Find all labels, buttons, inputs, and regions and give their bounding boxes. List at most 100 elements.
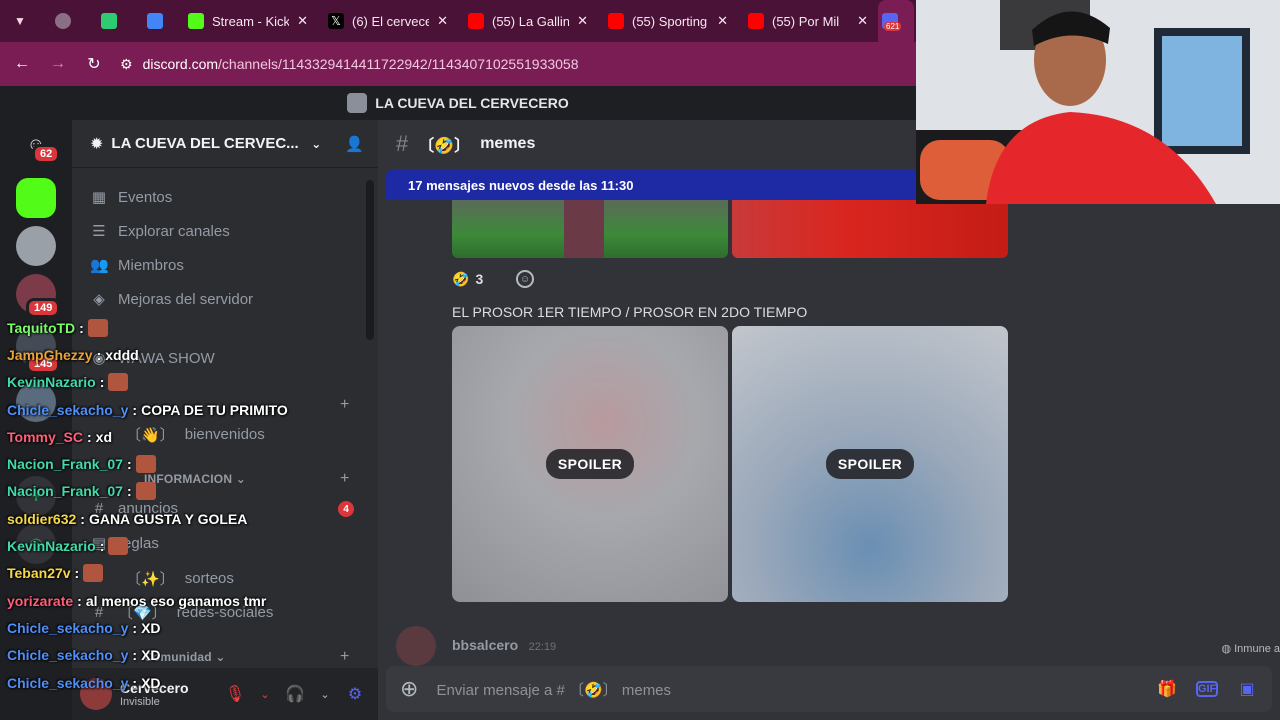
menu-events[interactable]: ▦ Eventos (90, 188, 173, 207)
chat-username[interactable]: TaquitoTD (7, 320, 75, 336)
chat-separator: : (99, 374, 105, 391)
chat-username[interactable]: Nacion_Frank_07 (7, 456, 123, 472)
chat-line: Nacion_Frank_07: (7, 450, 337, 477)
pinned-tab-globe[interactable] (40, 0, 86, 42)
author-avatar[interactable] (396, 626, 436, 666)
youtube-favicon-icon (468, 13, 484, 29)
tab-close-icon[interactable]: ✕ (717, 13, 728, 29)
spoiler-label: SPOILER (825, 449, 915, 479)
chat-username[interactable]: KevinNazario (7, 538, 96, 554)
chat-line: KevinNazario: (7, 369, 337, 396)
attachment-image-football[interactable] (452, 200, 728, 258)
x-favicon-icon: 𝕏 (328, 13, 344, 29)
pinned-tab-app[interactable] (86, 0, 132, 42)
add-reaction-icon[interactable]: ☺ (516, 270, 534, 288)
guild-icon-kick[interactable] (16, 178, 56, 218)
add-member-icon[interactable]: 👤 (345, 135, 364, 153)
guild-badge: 62 (32, 144, 61, 164)
chat-username[interactable]: Chicle_sekacho_y (7, 620, 128, 636)
browser-tab-youtube-2[interactable]: (55) Sporting ✕ (598, 0, 738, 42)
chat-line: KevinNazario: (7, 532, 337, 559)
chat-username[interactable]: Nacion_Frank_07 (7, 483, 123, 499)
chat-separator: : (96, 346, 102, 363)
user-status: Invisible (120, 695, 160, 708)
new-messages-bar[interactable]: 17 mensajes nuevos desde las 11:30 (386, 170, 916, 200)
chat-username[interactable]: yorizarate (7, 593, 73, 609)
spoiler-image-2[interactable]: SPOILER (732, 326, 1008, 602)
server-icon (347, 93, 368, 113)
browser-tab-x[interactable]: 𝕏 (6) El cervecero ✕ (318, 0, 458, 42)
chat-separator: : (79, 319, 84, 336)
message-text: EL PROSOR 1ER TIEMPO / PROSOR EN 2DO TIE… (452, 304, 808, 320)
menu-events-label: Eventos (118, 188, 173, 206)
pinned-tab-docs[interactable] (132, 0, 178, 42)
chat-username[interactable]: JampGhezzy (7, 347, 93, 363)
composer-placeholder[interactable]: Enviar mensaje a # 〔🤣〕 memes (436, 679, 1138, 700)
attachment-image-red[interactable] (732, 200, 1008, 258)
guild-icon-avatar[interactable] (16, 226, 56, 266)
next-message: bbsalcero 22:19 (396, 626, 556, 666)
mention-badge: 4 (338, 501, 354, 517)
add-attachment-icon[interactable]: ⊕ (400, 676, 418, 702)
menu-explore[interactable]: ☰ Explorar canales (90, 222, 229, 241)
tab-title: (55) La Gallina (492, 13, 570, 29)
chat-separator: : (126, 456, 132, 473)
chat-username[interactable]: Tommy_SC (7, 429, 83, 445)
server-badge-icon: ✹ (90, 135, 104, 153)
browser-tab-discord-active[interactable]: 621 (878, 0, 914, 42)
spoiler-image-1[interactable]: SPOILER (452, 326, 728, 602)
menu-members[interactable]: 👥 Miembros (90, 256, 184, 275)
chat-username[interactable]: Chicle_sekacho_y (7, 675, 128, 691)
reload-button[interactable]: ↻ (76, 42, 112, 86)
back-button[interactable]: ← (4, 42, 40, 86)
chat-separator: : (132, 401, 138, 418)
tab-close-icon[interactable]: ✕ (577, 13, 588, 29)
chat-separator: : (80, 510, 85, 527)
tab-close-icon[interactable]: ✕ (297, 13, 308, 29)
channel-name: memes (480, 135, 536, 152)
chat-message: xd (95, 428, 112, 445)
chat-username[interactable]: Chicle_sekacho_y (7, 402, 128, 418)
chat-username[interactable]: Chicle_sekacho_y (7, 647, 128, 663)
chat-username[interactable]: KevinNazario (7, 374, 96, 390)
browser-tab-kick[interactable]: Stream - Kick ✕ (178, 0, 318, 42)
rofl-emoji-icon: 〔🤣〕 (418, 138, 471, 155)
add-channel-icon[interactable]: + (340, 648, 349, 666)
chat-separator: : (86, 428, 92, 445)
channel-scrollbar[interactable] (366, 180, 374, 340)
menu-boosts[interactable]: ◈ Mejoras del servidor (90, 290, 253, 309)
chat-line: yorizarate: al menos eso ganamos tmr (7, 587, 337, 614)
browser-tab-bar: ▼ Stream - Kick ✕ 𝕏 (6) El cervecero ✕ (… (0, 0, 916, 42)
tab-close-icon[interactable]: ✕ (857, 13, 868, 29)
tab-search-menu-icon[interactable]: ▼ (0, 0, 40, 42)
webcam-scene (916, 0, 1280, 204)
gift-icon[interactable]: 🎁 (1156, 679, 1178, 699)
add-channel-icon[interactable]: + (340, 396, 349, 414)
author-name[interactable]: bbsalcero (452, 637, 518, 653)
forward-button[interactable]: → (40, 42, 76, 86)
tab-badge: 621 (884, 22, 902, 31)
site-info-icon[interactable]: ⚙ (120, 56, 133, 73)
chat-separator: : (126, 483, 132, 500)
url-field[interactable]: ⚙ discord.com/channels/11433294144117229… (120, 56, 579, 73)
chat-line: JampGhezzy: xddd (7, 341, 337, 368)
player-legs (564, 200, 604, 258)
server-header[interactable]: ✹ LA CUEVA DEL CERVEC... ⌄ 👤 (72, 120, 378, 168)
youtube-favicon-icon (748, 13, 764, 29)
gif-icon[interactable]: GIF (1196, 681, 1218, 697)
settings-gear-icon[interactable]: ⚙ (340, 679, 370, 709)
browser-tab-youtube-3[interactable]: (55) Por Mil ✕ (738, 0, 878, 42)
stream-chat-overlay: TaquitoTD: JampGhezzy: xddd KevinNazario: Ch… (7, 314, 337, 696)
webcam-overlay (916, 0, 1280, 204)
browser-tab-youtube-1[interactable]: (55) La Gallina ✕ (458, 0, 598, 42)
tab-close-icon[interactable]: ✕ (437, 13, 448, 29)
chat-line: Chicle_sekacho_y: XD (7, 614, 337, 641)
app-icon (101, 13, 117, 29)
sticker-icon[interactable]: ▣ (1236, 679, 1258, 699)
add-channel-icon[interactable]: + (340, 470, 349, 488)
chat-username[interactable]: soldier632 (7, 511, 76, 527)
chat-username[interactable]: Teban27v (7, 565, 71, 581)
reaction-chip[interactable]: 🤣 3 (452, 266, 483, 292)
message-composer[interactable]: ⊕ Enviar mensaje a # 〔🤣〕 memes 🎁 GIF ▣ (386, 666, 1272, 712)
chat-separator: : (77, 592, 82, 609)
